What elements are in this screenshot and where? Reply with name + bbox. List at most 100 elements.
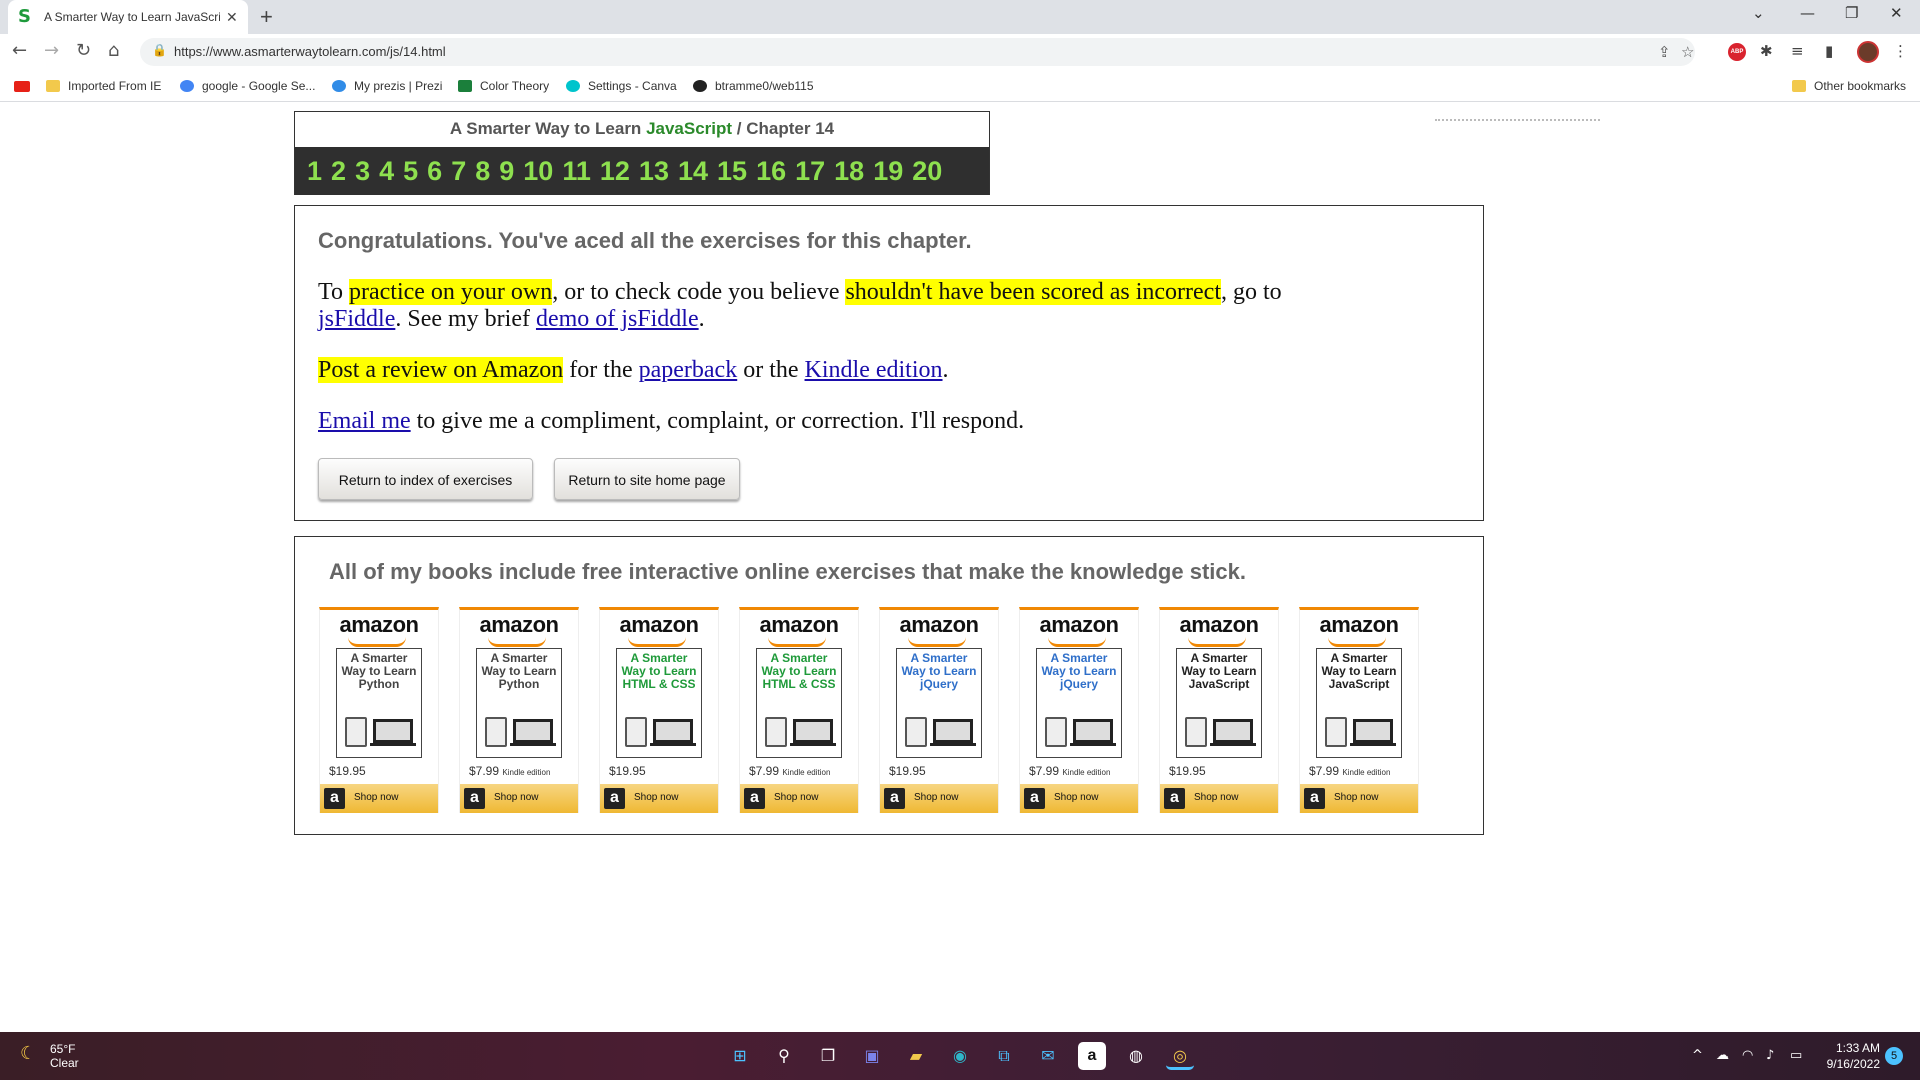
app-icon[interactable]: ◍ — [1122, 1042, 1150, 1070]
book-cover[interactable]: A Smarter Way to Learn HTML & CSS — [756, 648, 842, 758]
book-card[interactable]: amazon A Smarter Way to Learn Python $19.9… — [319, 607, 439, 813]
amazon-logo: amazon — [619, 612, 699, 637]
book-card[interactable]: amazon A Smarter Way to Learn JavaScript $… — [1159, 607, 1279, 813]
chapter-link[interactable]: 15 — [717, 156, 747, 187]
mail-icon[interactable]: ✉ — [1034, 1042, 1062, 1070]
chapter-link[interactable]: 16 — [756, 156, 786, 187]
tab-search-icon[interactable]: ⌄ — [1752, 4, 1765, 22]
bookmark-item[interactable]: btramme0/web115 — [693, 77, 814, 95]
chapter-link[interactable]: 8 — [475, 156, 490, 187]
chapter-link[interactable]: 5 — [403, 156, 418, 187]
javascript-link[interactable]: JavaScript — [646, 119, 732, 138]
book-cover[interactable]: A Smarter Way to Learn Python — [336, 648, 422, 758]
book-cover[interactable]: A Smarter Way to Learn Python — [476, 648, 562, 758]
edge-browser-icon[interactable]: ◉ — [946, 1042, 974, 1070]
notification-badge[interactable]: 5 — [1885, 1047, 1903, 1065]
book-card[interactable]: amazon A Smarter Way to Learn JavaScript $… — [1299, 607, 1419, 813]
shop-now-button[interactable]: a Shop now — [1160, 784, 1278, 813]
kindle-edition-link[interactable]: Kindle edition — [805, 357, 943, 383]
bookmark-item[interactable]: Settings - Canva — [566, 77, 677, 95]
chrome-icon[interactable]: ◎ — [1166, 1042, 1194, 1070]
profile-avatar[interactable] — [1857, 41, 1879, 63]
chapter-link[interactable]: 7 — [451, 156, 466, 187]
chapter-link[interactable]: 14 — [678, 156, 708, 187]
share-icon[interactable]: ⇪ — [1658, 43, 1671, 61]
chapter-link[interactable]: 13 — [639, 156, 669, 187]
battery-icon[interactable]: ▭ — [1790, 1048, 1802, 1063]
book-cover[interactable]: A Smarter Way to Learn JavaScript — [1316, 648, 1402, 758]
microsoft-store-icon[interactable]: ⧉ — [990, 1042, 1018, 1070]
clock[interactable]: 1:33 AM 9/16/2022 — [1820, 1040, 1880, 1072]
address-bar[interactable]: 🔒 https://www.asmarterwaytolearn.com/js/… — [140, 38, 1695, 66]
book-card[interactable]: amazon A Smarter Way to Learn HTML & CSS $… — [739, 607, 859, 813]
bookmark-item[interactable]: Color Theory — [458, 77, 549, 95]
side-panel-icon[interactable]: ▮ — [1825, 42, 1833, 60]
chapter-link[interactable]: 10 — [523, 156, 553, 187]
email-me-link[interactable]: Email me — [318, 408, 411, 434]
restore-icon[interactable]: ❐ — [1845, 4, 1858, 22]
other-bookmarks[interactable]: Other bookmarks — [1792, 77, 1906, 95]
start-windows-icon[interactable]: ⊞ — [726, 1042, 754, 1070]
shop-now-button[interactable]: a Shop now — [880, 784, 998, 813]
chapter-link[interactable]: 19 — [873, 156, 903, 187]
amazon-app-icon[interactable]: a — [1078, 1042, 1106, 1070]
book-cover[interactable]: A Smarter Way to Learn JavaScript — [1176, 648, 1262, 758]
book-card[interactable]: amazon A Smarter Way to Learn HTML & CSS $… — [599, 607, 719, 813]
chapter-link[interactable]: 4 — [379, 156, 394, 187]
shop-now-button[interactable]: a Shop now — [740, 784, 858, 813]
new-tab-button[interactable]: + — [260, 6, 273, 28]
book-cover[interactable]: A Smarter Way to Learn HTML & CSS — [616, 648, 702, 758]
onedrive-icon[interactable]: ☁ — [1716, 1048, 1729, 1063]
return-to-home-button[interactable]: Return to site home page — [554, 458, 740, 500]
bookmark-item[interactable]: My prezis | Prezi — [332, 77, 442, 95]
chapter-link[interactable]: 12 — [600, 156, 630, 187]
shop-now-button[interactable]: a Shop now — [320, 784, 438, 813]
paperback-link[interactable]: paperback — [639, 357, 738, 383]
chapter-link[interactable]: 18 — [834, 156, 864, 187]
teams-chat-icon[interactable]: ▣ — [858, 1042, 886, 1070]
shop-now-button[interactable]: a Shop now — [1020, 784, 1138, 813]
task-view-icon[interactable]: ❐ — [814, 1042, 842, 1070]
book-card[interactable]: amazon A Smarter Way to Learn jQuery $7.99… — [1019, 607, 1139, 813]
window-close-icon[interactable]: ✕ — [1890, 4, 1903, 22]
bookmark-item[interactable]: Imported From IE — [46, 77, 161, 95]
chapter-link[interactable]: 3 — [355, 156, 370, 187]
shop-now-button[interactable]: a Shop now — [1300, 784, 1418, 813]
chapter-link[interactable]: 9 — [499, 156, 514, 187]
chapter-link[interactable]: 2 — [331, 156, 346, 187]
book-cover[interactable]: A Smarter Way to Learn jQuery — [896, 648, 982, 758]
menu-kebab-icon[interactable]: ⋮ — [1893, 42, 1908, 60]
jsfiddle-demo-link[interactable]: demo of jsFiddle — [536, 306, 699, 332]
wifi-icon[interactable]: ◠ — [1742, 1048, 1753, 1063]
minimize-icon[interactable]: — — [1800, 4, 1815, 22]
jsfiddle-link[interactable]: jsFiddle — [318, 306, 395, 332]
book-card[interactable]: amazon A Smarter Way to Learn jQuery $19.9… — [879, 607, 999, 813]
reload-icon[interactable]: ↻ — [76, 41, 91, 61]
forward-icon[interactable]: → — [44, 41, 59, 61]
chapter-link[interactable]: 17 — [795, 156, 825, 187]
browser-tab[interactable]: S A Smarter Way to Learn JavaScript ✕ — [8, 0, 248, 34]
laptop-base-icon — [790, 743, 836, 746]
extensions-puzzle-icon[interactable]: ✱ — [1760, 42, 1773, 60]
chapter-link[interactable]: 20 — [912, 156, 942, 187]
bookmark-item[interactable]: google - Google Se... — [180, 77, 315, 95]
file-explorer-icon[interactable]: ▰ — [902, 1042, 930, 1070]
shop-now-button[interactable]: a Shop now — [460, 784, 578, 813]
book-cover[interactable]: A Smarter Way to Learn jQuery — [1036, 648, 1122, 758]
return-to-index-button[interactable]: Return to index of exercises — [318, 458, 533, 500]
search-icon[interactable]: ⚲ — [770, 1042, 798, 1070]
youtube-bookmark-icon[interactable] — [14, 77, 30, 95]
book-card[interactable]: amazon A Smarter Way to Learn Python $7.99… — [459, 607, 579, 813]
bookmark-star-icon[interactable]: ☆ — [1681, 43, 1694, 61]
adblock-extension-icon[interactable]: ABP — [1728, 43, 1746, 61]
close-tab-icon[interactable]: ✕ — [226, 9, 238, 26]
shop-now-button[interactable]: a Shop now — [600, 784, 718, 813]
home-icon[interactable]: ⌂ — [108, 41, 119, 61]
chapter-link[interactable]: 1 — [307, 156, 322, 187]
show-hidden-icons-icon[interactable]: ^ — [1692, 1048, 1703, 1063]
reading-list-icon[interactable]: ≡ — [1791, 42, 1804, 60]
chapter-link[interactable]: 6 — [427, 156, 442, 187]
back-icon[interactable]: ← — [12, 41, 27, 61]
volume-icon[interactable]: ♪ — [1766, 1048, 1774, 1063]
chapter-link[interactable]: 11 — [562, 156, 591, 187]
